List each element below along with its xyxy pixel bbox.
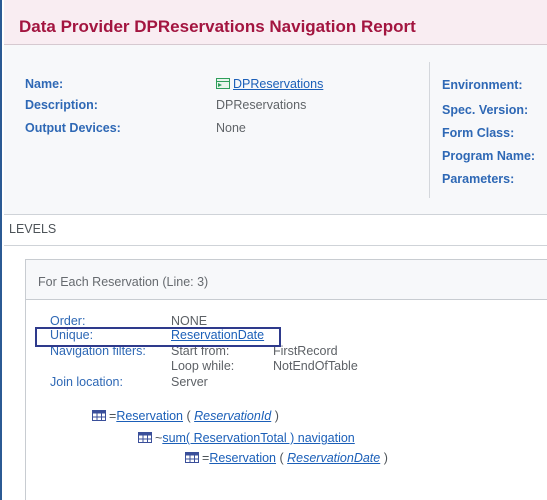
tree-row-sum-navigation: ~sum( ReservationTotal ) navigation: [138, 431, 355, 445]
description-label: Description:: [25, 98, 98, 112]
join-location-value: Server: [171, 375, 208, 389]
join-location-label: Join location:: [50, 375, 123, 389]
levels-heading: LEVELS: [9, 222, 57, 236]
name-label: Name:: [25, 77, 64, 91]
table-icon: [92, 410, 106, 421]
report-header: Data Provider DPReservations Navigation …: [4, 0, 547, 45]
object-icon: [216, 78, 230, 89]
output-value: None: [216, 121, 246, 135]
order-label: Order:: [50, 314, 86, 328]
order-value: NONE: [171, 314, 208, 328]
tree-paren-open: (: [183, 409, 195, 423]
table-icon: [185, 452, 199, 463]
foreach-title: For Each Reservation (Line: 3): [38, 275, 209, 289]
spec-version-label: Spec. Version:: [442, 103, 529, 117]
name-link[interactable]: DPReservations: [233, 77, 323, 91]
table-icon: [138, 432, 152, 443]
description-value: DPReservations: [216, 98, 307, 112]
levels-top-divider: [4, 214, 547, 215]
loop-while-value: NotEndOfTable: [273, 359, 358, 373]
info-panel: Name: DPReservations Description: DPRese…: [4, 45, 547, 215]
output-label: Output Devices:: [25, 121, 121, 135]
form-class-label: Form Class:: [442, 126, 515, 140]
reservation-date-link[interactable]: ReservationDate: [287, 451, 380, 465]
reservation-id-link[interactable]: ReservationId: [194, 409, 271, 423]
unique-highlight-box: [35, 327, 281, 347]
reservation-table-link[interactable]: Reservation: [116, 409, 183, 423]
environment-label: Environment:: [442, 78, 523, 92]
levels-bottom-divider: [4, 245, 547, 246]
reservation-table-link[interactable]: Reservation: [209, 451, 276, 465]
foreach-header: For Each Reservation (Line: 3): [25, 259, 547, 300]
tree-paren-open: (: [276, 451, 288, 465]
program-name-label: Program Name:: [442, 149, 536, 163]
loop-while-label: Loop while:: [171, 359, 235, 373]
sum-navigation-link[interactable]: sum( ReservationTotal ) navigation: [162, 431, 354, 445]
start-from-value: FirstRecord: [273, 344, 338, 358]
name-value: DPReservations: [216, 77, 323, 91]
page-title: Data Provider DPReservations Navigation …: [19, 17, 416, 36]
tree-row-reservation-date: =Reservation ( ReservationDate ): [185, 451, 388, 465]
tree-row-reservation-id: =Reservation ( ReservationId ): [92, 409, 279, 423]
info-divider: [429, 62, 430, 198]
report-frame: Data Provider DPReservations Navigation …: [0, 0, 547, 500]
tree-paren-close: ): [271, 409, 279, 423]
parameters-label: Parameters:: [442, 172, 515, 186]
tree-paren-close: ): [380, 451, 388, 465]
